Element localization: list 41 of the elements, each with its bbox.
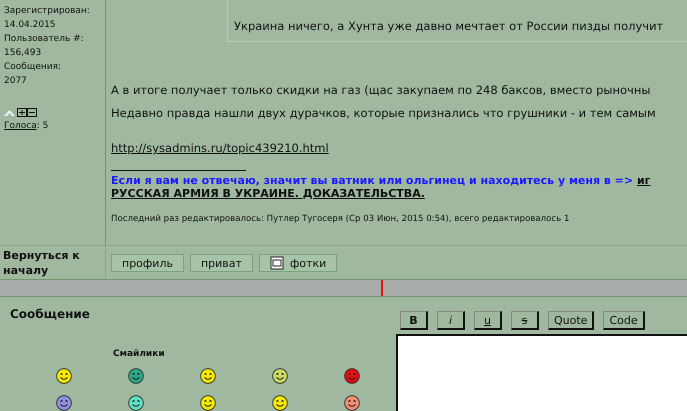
photos-button[interactable]: фотки — [258, 254, 338, 272]
image-file-icon — [270, 256, 284, 270]
format-button[interactable]: Quote — [548, 311, 594, 330]
smiley-icon[interactable] — [344, 395, 360, 411]
smiley-icon[interactable] — [128, 368, 144, 384]
smilies-heading: Смайлики — [113, 349, 166, 359]
profile-label: Пользователь #: — [4, 33, 85, 46]
signature-link[interactable]: РУССКАЯ АРМИЯ В УКРАИНЕ. ДОКАЗАТЕЛЬСТВА. — [111, 187, 687, 200]
post-text: А в итоге получает только скидки на газ (щас закупаем по 248 баксов, вместо рыночны — [111, 82, 652, 98]
profile-value: 14.04.2015 — [4, 19, 57, 32]
back-to-top-link[interactable]: Вернуться к началу — [3, 248, 105, 278]
profile-label: Зарегистрирован: — [4, 5, 91, 18]
profile-label: Сообщения: — [4, 61, 62, 74]
plus-minus-icon[interactable] — [17, 108, 37, 117]
profile-value: 2077 — [4, 75, 28, 88]
format-button[interactable]: B — [400, 311, 428, 330]
quote-box: Украина ничего, а Хунта уже давно мечтает от России пизды получит — [227, 0, 687, 42]
smiley-icon[interactable] — [128, 395, 144, 411]
signature-link[interactable]: иг — [636, 174, 650, 187]
format-button[interactable]: s — [511, 311, 539, 330]
signature-text: Если я вам не отвечаю, значит вы ватник или ольгинец и находитесь у меня в => — [111, 174, 634, 187]
smiley-icon[interactable] — [200, 395, 216, 411]
message-input[interactable] — [396, 334, 687, 411]
smiley-icon[interactable] — [200, 368, 216, 384]
profile-value: 156,493 — [4, 47, 42, 60]
smiley-icon[interactable] — [56, 395, 72, 411]
smiley-icon[interactable] — [56, 368, 72, 384]
message-heading: Сообщение — [9, 306, 91, 321]
format-button[interactable]: i — [437, 311, 465, 330]
action-button[interactable]: приват — [190, 254, 253, 272]
smiley-icon[interactable] — [272, 368, 288, 384]
action-button[interactable]: профиль — [111, 254, 184, 272]
smiley-icon[interactable] — [344, 368, 360, 384]
smiley-icon[interactable] — [272, 395, 288, 411]
format-button[interactable]: Code — [603, 311, 645, 330]
format-button[interactable]: u — [474, 311, 502, 330]
post-link[interactable]: http://sysadmins.ru/topic439210.html — [111, 140, 687, 156]
votes-count: : 5 — [36, 121, 48, 131]
votes-link[interactable]: Голоса — [4, 121, 37, 131]
edit-note: Последний раз редактировалось: Путлер Тугосеря (Ср 03 Июн, 2015 0:54), всего редактировалось 1 — [111, 214, 570, 224]
post-text: Недавно правда нашли двух дурачков, которые признались что грушники - и тем самым — [111, 105, 657, 121]
